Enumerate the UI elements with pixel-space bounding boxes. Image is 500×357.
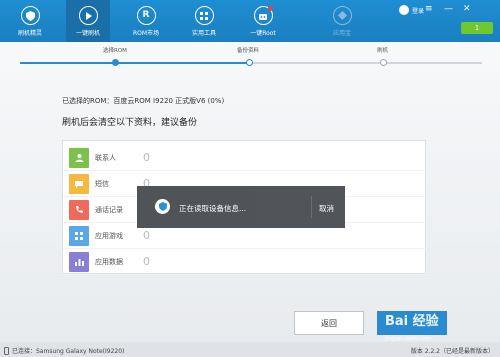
step-dot-done <box>112 59 119 66</box>
backup-warning: 刷机后会清空以下资料，建议备份 <box>62 118 198 128</box>
close-icon[interactable]: ✕ <box>463 4 471 14</box>
phone-device-icon <box>4 346 9 355</box>
connection-status: 已连接：Samsung Galaxy Note(I9220) <box>4 346 124 355</box>
login-label: 登录 <box>412 7 425 15</box>
top-navigation-bar: 刷机精灵 一键刷机 R ROM市场 实用工具 一键Root 应用宝 登录 ≡ —… <box>0 0 500 42</box>
nav-label: 刷机精灵 <box>17 30 42 37</box>
item-count: 0 <box>143 229 150 242</box>
list-item[interactable]: 联系人 0 <box>63 145 427 171</box>
cancel-button[interactable]: 取消 <box>319 203 334 214</box>
nav-label: 实用工具 <box>191 30 216 37</box>
nav-item-app-store[interactable]: 应用宝 <box>320 0 364 42</box>
app-store-icon <box>332 6 352 25</box>
user-icon <box>399 5 409 15</box>
contact-icon <box>69 147 89 168</box>
item-count: 0 <box>143 151 150 164</box>
item-label: 联系人 <box>95 153 116 162</box>
progress-steps: 选择ROM 备份资料 刷机 <box>0 42 500 70</box>
step-label-flash: 刷机 <box>377 48 389 54</box>
loading-shield-icon <box>155 199 170 214</box>
item-count: 0 <box>143 255 150 268</box>
dialog-divider <box>311 196 312 218</box>
back-button[interactable]: 返回 <box>294 311 364 335</box>
minimize-icon[interactable]: — <box>444 4 453 14</box>
step-label-backup: 备份资料 <box>237 48 260 54</box>
item-label: 短信 <box>95 179 109 188</box>
apps-icon <box>69 225 89 246</box>
watermark-logo: Bai 经验 <box>385 314 439 329</box>
play-icon <box>78 6 98 25</box>
nav-label: 一键刷机 <box>75 30 100 37</box>
nav-label: 一键Root <box>250 30 276 37</box>
connected-device: 已连接：Samsung Galaxy Note(I9220) <box>12 348 125 355</box>
step-line-completed <box>20 62 252 64</box>
phone-icon <box>69 199 89 220</box>
item-label: 应用数据 <box>95 257 123 266</box>
rom-icon: R <box>136 6 156 25</box>
step-line-pending <box>252 62 482 64</box>
sms-icon <box>69 173 89 194</box>
menu-icon[interactable]: ≡ <box>425 4 433 14</box>
nav-label: ROM市场 <box>132 30 160 37</box>
dialog-message: 正在读取设备信息... <box>179 204 247 213</box>
selected-rom-info: 已选择的ROM：百度云ROM I9220 正式版V6 (0%) <box>62 97 225 105</box>
step-label-select-rom: 选择ROM <box>103 48 127 54</box>
chart-icon <box>69 251 89 272</box>
login-button[interactable]: 登录 <box>399 5 424 15</box>
notification-dot <box>268 6 273 11</box>
nav-item-one-click-root[interactable]: 一键Root <box>241 0 285 42</box>
version-info: 版本 2.2.2（已经是最新版本） <box>410 348 494 355</box>
badge-count: 1 <box>474 24 480 32</box>
back-label: 返回 <box>321 318 337 328</box>
list-item[interactable]: 应用数据 0 <box>63 249 427 275</box>
nav-item-one-click-flash[interactable]: 一键刷机 <box>66 0 110 42</box>
loading-dialog: 正在读取设备信息... <box>137 186 345 228</box>
nav-item-tools[interactable]: 实用工具 <box>182 0 226 42</box>
nav-item-rom-market[interactable]: R ROM市场 <box>124 0 168 42</box>
nav-label: 应用宝 <box>332 30 351 37</box>
step-dot-current <box>246 59 253 66</box>
status-bar: 已连接：Samsung Galaxy Note(I9220) 版本 2.2.2（… <box>0 342 500 357</box>
shield-logo-icon <box>20 6 40 25</box>
step-dot-pending <box>380 59 387 66</box>
item-label: 应用游戏 <box>95 231 123 240</box>
nav-item-home[interactable]: 刷机精灵 <box>8 0 52 42</box>
update-badge[interactable]: 1 <box>461 22 493 34</box>
item-label: 通话记录 <box>95 205 123 214</box>
grid-tools-icon <box>194 6 214 25</box>
